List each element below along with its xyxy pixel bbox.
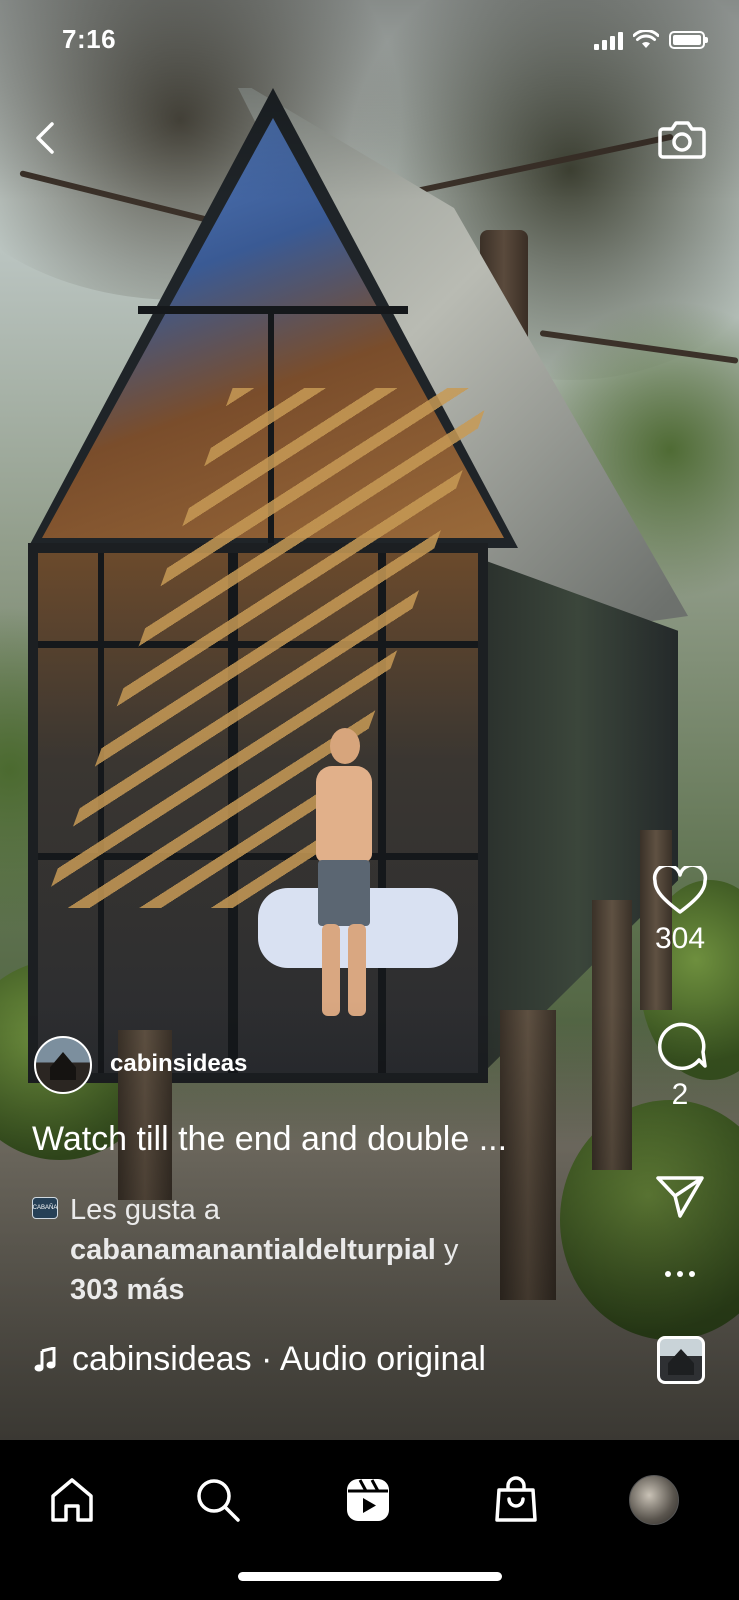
camera-icon [658,121,706,159]
home-indicator [238,1572,502,1581]
comment-count: 2 [671,1078,689,1111]
camera-button[interactable] [655,112,709,166]
post-caption[interactable]: Watch till the end and double ... [32,1120,507,1159]
nav-profile[interactable] [624,1470,684,1530]
liker-avatar[interactable]: CABAÑA [32,1197,58,1219]
home-icon [51,1478,93,1522]
cellular-signal-icon [594,30,623,50]
back-button[interactable] [26,116,66,160]
wifi-icon [633,30,659,48]
liked-by-others[interactable]: 303 más [70,1274,185,1306]
profile-avatar [629,1475,679,1525]
audio-attribution[interactable]: cabinsideas · Audio original [34,1340,486,1379]
person [308,728,378,1018]
nav-search[interactable] [188,1470,248,1530]
music-note-icon [34,1346,56,1371]
comment-action[interactable]: 2 [649,1016,711,1112]
audio-thumbnail[interactable] [657,1336,705,1384]
like-count: 304 [654,922,706,955]
nav-home[interactable] [42,1470,102,1530]
glass-cabin [28,88,688,1088]
liked-by-user[interactable]: cabanamanantialdelturpial [70,1234,436,1266]
search-icon [197,1479,240,1522]
more-options-button[interactable] [649,1264,711,1284]
liked-by-connector: y [443,1234,459,1266]
author-username[interactable]: cabinsideas [110,1050,247,1078]
nav-reels[interactable] [338,1470,398,1530]
shop-bag-icon [495,1476,537,1522]
status-time: 7:16 [62,24,117,54]
paper-plane-icon [656,1176,704,1218]
comment-bubble-icon [658,1022,707,1071]
liker-avatar-badge: CABAÑA [32,1205,58,1211]
reels-icon [347,1479,389,1521]
status-icons [594,30,708,50]
author-avatar[interactable] [34,1036,92,1094]
heart-icon [652,866,708,914]
share-action[interactable] [649,1172,711,1220]
liked-by-prefix: Les gusta a [70,1194,220,1226]
more-dots-icon [665,1271,695,1277]
chevron-left-icon [36,122,54,154]
audio-label: cabinsideas · Audio original [72,1340,486,1378]
battery-icon [669,31,708,49]
nav-shop[interactable] [486,1470,546,1530]
liked-by-text[interactable]: Les gusta a cabanamanantialdelturpial y … [70,1190,458,1310]
like-action[interactable]: 304 [649,866,711,956]
